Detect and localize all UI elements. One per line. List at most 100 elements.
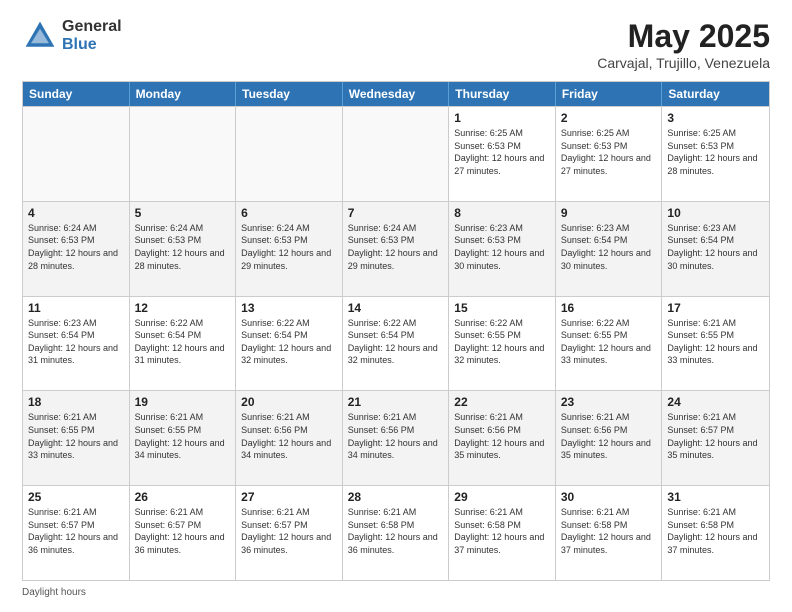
- day-info: Sunrise: 6:22 AMSunset: 6:55 PMDaylight:…: [561, 317, 657, 367]
- calendar-cell: 21Sunrise: 6:21 AMSunset: 6:56 PMDayligh…: [343, 391, 450, 485]
- day-info: Sunrise: 6:25 AMSunset: 6:53 PMDaylight:…: [561, 127, 657, 177]
- calendar-cell: 27 Sunrise: 6:21 AMSunset: 6:57 PMDayligh…: [236, 486, 343, 580]
- day-number: 31: [667, 490, 764, 504]
- calendar-cell: 22 Sunrise: 6:21 AMSunset: 6:56 PMDayligh…: [449, 391, 556, 485]
- logo: General Blue: [22, 18, 122, 54]
- title-block: May 2025 Carvajal, Trujillo, Venezuela: [597, 18, 770, 71]
- calendar-cell: 25 Sunrise: 6:21 AMSunset: 6:57 PMDayligh…: [23, 486, 130, 580]
- calendar-cell: 2Sunrise: 6:25 AMSunset: 6:53 PMDaylight…: [556, 107, 663, 201]
- day-number: 27: [241, 490, 337, 504]
- day-info: Sunrise: 6:22 AMSunset: 6:54 PMDaylight:…: [241, 317, 337, 367]
- day-info: Sunrise: 6:24 AMSunset: 6:53 PMDaylight:…: [348, 222, 444, 272]
- day-number: 19: [135, 395, 231, 409]
- calendar-header-cell: Tuesday: [236, 82, 343, 106]
- calendar-cell: 26Sunrise: 6:21 AMSunset: 6:57 PMDayligh…: [130, 486, 237, 580]
- calendar-cell: 20 Sunrise: 6:21 AMSunset: 6:56 PMDayligh…: [236, 391, 343, 485]
- day-info: Sunrise: 6:21 AMSunset: 6:58 PMDaylight:…: [561, 506, 657, 556]
- day-info: Sunrise: 6:22 AMSunset: 6:55 PMDaylight:…: [454, 317, 550, 367]
- day-info: Sunrise: 6:25 AMSunset: 6:53 PMDaylight:…: [454, 127, 550, 177]
- day-info: Sunrise: 6:21 AMSunset: 6:55 PMDaylight:…: [28, 411, 124, 461]
- day-number: 26: [135, 490, 231, 504]
- calendar-cell: 30Sunrise: 6:21 AMSunset: 6:58 PMDayligh…: [556, 486, 663, 580]
- calendar-cell: 13 Sunrise: 6:22 AMSunset: 6:54 PMDayligh…: [236, 297, 343, 391]
- day-number: 3: [667, 111, 764, 125]
- day-info: Sunrise: 6:21 AMSunset: 6:55 PMDaylight:…: [135, 411, 231, 461]
- day-number: 10: [667, 206, 764, 220]
- location: Carvajal, Trujillo, Venezuela: [597, 55, 770, 71]
- calendar: SundayMondayTuesdayWednesdayThursdayFrid…: [22, 81, 770, 581]
- calendar-cell: 11 Sunrise: 6:23 AMSunset: 6:54 PMDayligh…: [23, 297, 130, 391]
- day-number: 24: [667, 395, 764, 409]
- calendar-cell: 18 Sunrise: 6:21 AMSunset: 6:55 PMDayligh…: [23, 391, 130, 485]
- day-number: 14: [348, 301, 444, 315]
- logo-icon: [22, 18, 58, 54]
- day-number: 13: [241, 301, 337, 315]
- day-number: 11: [28, 301, 124, 315]
- day-info: Sunrise: 6:23 AMSunset: 6:54 PMDaylight:…: [28, 317, 124, 367]
- day-number: 17: [667, 301, 764, 315]
- day-info: Sunrise: 6:21 AMSunset: 6:55 PMDaylight:…: [667, 317, 764, 367]
- calendar-row: 4 Sunrise: 6:24 AMSunset: 6:53 PMDaylight…: [23, 201, 769, 296]
- day-number: 29: [454, 490, 550, 504]
- day-number: 9: [561, 206, 657, 220]
- calendar-header-cell: Thursday: [449, 82, 556, 106]
- calendar-cell: 17 Sunrise: 6:21 AMSunset: 6:55 PMDayligh…: [662, 297, 769, 391]
- calendar-cell: [23, 107, 130, 201]
- day-info: Sunrise: 6:24 AMSunset: 6:53 PMDaylight:…: [28, 222, 124, 272]
- month-title: May 2025: [597, 18, 770, 55]
- day-info: Sunrise: 6:21 AMSunset: 6:56 PMDaylight:…: [241, 411, 337, 461]
- calendar-cell: 24Sunrise: 6:21 AMSunset: 6:57 PMDayligh…: [662, 391, 769, 485]
- day-number: 23: [561, 395, 657, 409]
- day-info: Sunrise: 6:23 AMSunset: 6:54 PMDaylight:…: [667, 222, 764, 272]
- calendar-cell: 5 Sunrise: 6:24 AMSunset: 6:53 PMDaylight…: [130, 202, 237, 296]
- calendar-row: 25 Sunrise: 6:21 AMSunset: 6:57 PMDayligh…: [23, 485, 769, 580]
- calendar-cell: 23Sunrise: 6:21 AMSunset: 6:56 PMDayligh…: [556, 391, 663, 485]
- calendar-row: 11 Sunrise: 6:23 AMSunset: 6:54 PMDayligh…: [23, 296, 769, 391]
- calendar-cell: 9 Sunrise: 6:23 AMSunset: 6:54 PMDaylight…: [556, 202, 663, 296]
- day-info: Sunrise: 6:23 AMSunset: 6:54 PMDaylight:…: [561, 222, 657, 272]
- day-info: Sunrise: 6:21 AMSunset: 6:56 PMDaylight:…: [454, 411, 550, 461]
- calendar-cell: 6 Sunrise: 6:24 AMSunset: 6:53 PMDaylight…: [236, 202, 343, 296]
- day-number: 4: [28, 206, 124, 220]
- day-info: Sunrise: 6:25 AMSunset: 6:53 PMDaylight:…: [667, 127, 764, 177]
- day-info: Sunrise: 6:21 AMSunset: 6:57 PMDaylight:…: [241, 506, 337, 556]
- footer: Daylight hours: [22, 587, 770, 598]
- day-number: 15: [454, 301, 550, 315]
- calendar-cell: 28 Sunrise: 6:21 AMSunset: 6:58 PMDayligh…: [343, 486, 450, 580]
- day-number: 28: [348, 490, 444, 504]
- calendar-cell: 1Sunrise: 6:25 AMSunset: 6:53 PMDaylight…: [449, 107, 556, 201]
- calendar-cell: 15 Sunrise: 6:22 AMSunset: 6:55 PMDayligh…: [449, 297, 556, 391]
- calendar-row: 1Sunrise: 6:25 AMSunset: 6:53 PMDaylight…: [23, 106, 769, 201]
- day-info: Sunrise: 6:21 AMSunset: 6:57 PMDaylight:…: [28, 506, 124, 556]
- calendar-cell: 14 Sunrise: 6:22 AMSunset: 6:54 PMDayligh…: [343, 297, 450, 391]
- day-number: 12: [135, 301, 231, 315]
- day-number: 8: [454, 206, 550, 220]
- calendar-header-cell: Friday: [556, 82, 663, 106]
- logo-general: General: [62, 18, 122, 36]
- day-info: Sunrise: 6:22 AMSunset: 6:54 PMDaylight:…: [135, 317, 231, 367]
- day-info: Sunrise: 6:24 AMSunset: 6:53 PMDaylight:…: [241, 222, 337, 272]
- calendar-cell: 19 Sunrise: 6:21 AMSunset: 6:55 PMDayligh…: [130, 391, 237, 485]
- day-number: 5: [135, 206, 231, 220]
- calendar-cell: 10 Sunrise: 6:23 AMSunset: 6:54 PMDayligh…: [662, 202, 769, 296]
- logo-text: General Blue: [62, 18, 122, 53]
- day-info: Sunrise: 6:21 AMSunset: 6:56 PMDaylight:…: [348, 411, 444, 461]
- day-info: Sunrise: 6:21 AMSunset: 6:58 PMDaylight:…: [667, 506, 764, 556]
- calendar-cell: 31 Sunrise: 6:21 AMSunset: 6:58 PMDayligh…: [662, 486, 769, 580]
- day-info: Sunrise: 6:22 AMSunset: 6:54 PMDaylight:…: [348, 317, 444, 367]
- day-number: 18: [28, 395, 124, 409]
- day-number: 22: [454, 395, 550, 409]
- calendar-cell: [130, 107, 237, 201]
- day-info: Sunrise: 6:21 AMSunset: 6:58 PMDaylight:…: [348, 506, 444, 556]
- day-number: 20: [241, 395, 337, 409]
- calendar-cell: 16Sunrise: 6:22 AMSunset: 6:55 PMDayligh…: [556, 297, 663, 391]
- header: General Blue May 2025 Carvajal, Trujillo…: [22, 18, 770, 71]
- day-number: 6: [241, 206, 337, 220]
- calendar-cell: 29 Sunrise: 6:21 AMSunset: 6:58 PMDayligh…: [449, 486, 556, 580]
- day-info: Sunrise: 6:21 AMSunset: 6:58 PMDaylight:…: [454, 506, 550, 556]
- calendar-row: 18 Sunrise: 6:21 AMSunset: 6:55 PMDayligh…: [23, 390, 769, 485]
- day-info: Sunrise: 6:24 AMSunset: 6:53 PMDaylight:…: [135, 222, 231, 272]
- daylight-label: Daylight hours: [22, 587, 86, 598]
- calendar-cell: 7Sunrise: 6:24 AMSunset: 6:53 PMDaylight…: [343, 202, 450, 296]
- day-number: 25: [28, 490, 124, 504]
